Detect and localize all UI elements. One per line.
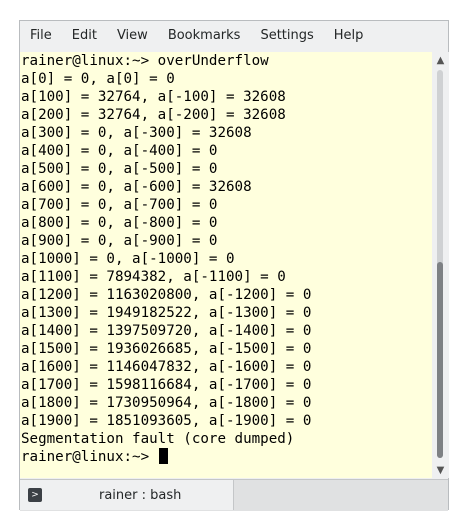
tab-label: rainer : bash <box>99 487 182 503</box>
terminal-line: Segmentation fault (core dumped) <box>21 431 295 447</box>
terminal-line: a[1000] = 0, a[-1000] = 0 <box>21 251 235 267</box>
terminal-line: a[0] = 0, a[0] = 0 <box>21 71 175 87</box>
tab-bash[interactable]: > rainer : bash <box>20 480 234 510</box>
prompt-line[interactable]: rainer@linux:~> <box>20 448 432 466</box>
text-cursor <box>158 448 168 464</box>
terminal-line: a[1500] = 1936026685, a[-1500] = 0 <box>21 341 312 357</box>
terminal-line: a[1900] = 1851093605, a[-1900] = 0 <box>21 413 312 429</box>
konsole-window: File Edit View Bookmarks Settings Help r… <box>19 20 449 511</box>
terminal-line: a[400] = 0, a[-400] = 0 <box>21 143 218 159</box>
terminal-icon: > <box>28 488 42 502</box>
terminal-line: a[600] = 0, a[-600] = 32608 <box>21 179 252 195</box>
terminal-line: a[1700] = 1598116684, a[-1700] = 0 <box>21 377 312 393</box>
tab-bar: > rainer : bash <box>20 479 448 511</box>
chevron-down-icon[interactable]: ▼ <box>432 462 449 478</box>
scroll-thumb[interactable] <box>437 262 443 458</box>
terminal-line: a[1300] = 1949182522, a[-1300] = 0 <box>21 305 312 321</box>
terminal-line: a[500] = 0, a[-500] = 0 <box>21 161 218 177</box>
terminal-line: a[1100] = 7894382, a[-1100] = 0 <box>21 269 286 285</box>
terminal-line: a[900] = 0, a[-900] = 0 <box>21 233 218 249</box>
terminal-line: a[1800] = 1730950964, a[-1800] = 0 <box>21 395 312 411</box>
vertical-scrollbar[interactable]: ▲ ▼ <box>432 52 449 478</box>
terminal-output[interactable]: rainer@linux:~> overUnderflow a[0] = 0, … <box>20 52 432 478</box>
shell-prompt: rainer@linux:~> <box>21 449 158 465</box>
menu-view[interactable]: View <box>107 21 158 51</box>
terminal-line: a[1200] = 1163020800, a[-1200] = 0 <box>21 287 312 303</box>
chevron-up-icon[interactable]: ▲ <box>432 52 449 68</box>
terminal-line: rainer@linux:~> overUnderflow <box>21 53 269 69</box>
menu-file[interactable]: File <box>20 21 62 51</box>
terminal-line: a[100] = 32764, a[-100] = 32608 <box>21 89 286 105</box>
terminal-line: a[1400] = 1397509720, a[-1400] = 0 <box>21 323 312 339</box>
terminal-line: a[1600] = 1146047832, a[-1600] = 0 <box>21 359 312 375</box>
terminal-line: a[200] = 32764, a[-200] = 32608 <box>21 107 286 123</box>
terminal-line: a[800] = 0, a[-800] = 0 <box>21 215 218 231</box>
menu-help[interactable]: Help <box>324 21 374 51</box>
menu-settings[interactable]: Settings <box>250 21 323 51</box>
terminal-line: a[300] = 0, a[-300] = 32608 <box>21 125 252 141</box>
menu-bookmarks[interactable]: Bookmarks <box>158 21 251 51</box>
menu-edit[interactable]: Edit <box>62 21 107 51</box>
terminal-line: a[700] = 0, a[-700] = 0 <box>21 197 218 213</box>
menubar: File Edit View Bookmarks Settings Help <box>20 21 448 51</box>
